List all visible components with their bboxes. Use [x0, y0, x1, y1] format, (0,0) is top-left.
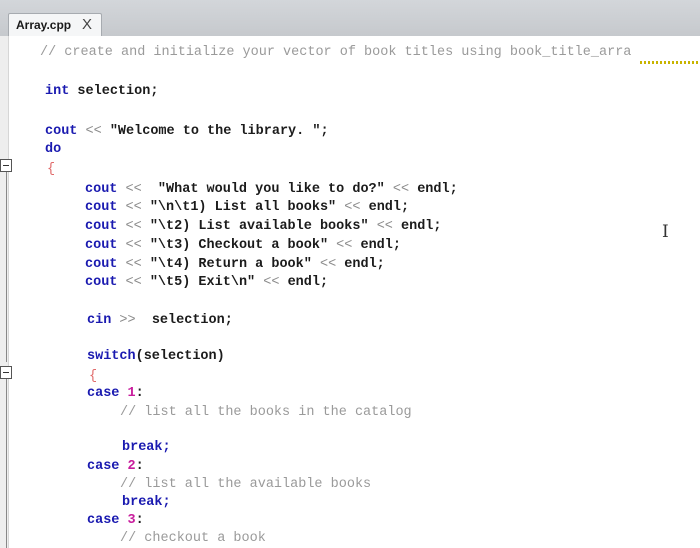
- case-line: case 3:: [87, 513, 144, 529]
- case-number: 1: [127, 386, 136, 401]
- menu-line: cout << "\t3) Checkout a book" << endl;: [85, 238, 401, 254]
- case-colon: :: [135, 513, 144, 528]
- text-cursor-icon: I: [662, 222, 669, 242]
- endl-token: endl;: [401, 219, 442, 234]
- case-number: 3: [127, 513, 136, 528]
- case-line: case 1:: [87, 386, 144, 402]
- menu-string: "\t4) Return a book": [149, 257, 312, 272]
- cout-keyword: cout: [45, 124, 78, 139]
- insertion-operator: <<: [125, 200, 142, 215]
- menu-line: cout << "\t2) List available books" << e…: [85, 219, 442, 235]
- endl-token: endl;: [287, 275, 329, 290]
- insertion-operator: <<: [125, 257, 142, 272]
- break-statement: break;: [122, 440, 171, 455]
- spell-underline: [640, 61, 700, 64]
- case-colon: :: [135, 459, 144, 474]
- welcome-line: cout << "Welcome to the library. ";: [45, 124, 329, 140]
- switch-open-brace: {: [89, 369, 98, 384]
- endl-token: endl;: [368, 200, 410, 215]
- cout-keyword: cout: [85, 200, 118, 215]
- insertion-operator: <<: [392, 182, 410, 197]
- menu-string: "What would you like to do?": [141, 182, 385, 197]
- welcome-string: "Welcome to the library. ";: [109, 124, 329, 139]
- declaration-line: int selection;: [45, 84, 158, 100]
- type-keyword: int: [45, 84, 70, 99]
- insertion-operator: <<: [125, 182, 142, 197]
- menu-string: "\n\t1) List all books": [149, 200, 337, 215]
- code-editor[interactable]: // create and initialize your vector of …: [0, 0, 700, 548]
- menu-line: cout << "\n\t1) List all books" << endl;: [85, 200, 409, 216]
- case-keyword: case: [87, 513, 120, 528]
- switch-line: switch(selection): [87, 349, 225, 365]
- endl-token: endl;: [344, 257, 385, 272]
- case-number: 2: [127, 459, 136, 474]
- insertion-operator: <<: [125, 219, 142, 234]
- switch-expression: (selection): [135, 349, 225, 364]
- comment-line: // create and initialize your vector of …: [40, 45, 632, 60]
- extraction-operator: >>: [119, 313, 136, 328]
- menu-string: "\t3) Checkout a book": [149, 238, 329, 253]
- cin-keyword: cin: [87, 313, 112, 328]
- break-statement: break;: [122, 495, 171, 510]
- insertion-operator: <<: [85, 124, 102, 139]
- menu-line: cout << "\t4) Return a book" << endl;: [85, 257, 385, 273]
- menu-string: "\t5) Exit\n": [149, 275, 256, 290]
- case-keyword: case: [87, 459, 120, 474]
- insertion-operator: <<: [336, 238, 353, 253]
- menu-line: cout << "What would you like to do?" << …: [85, 182, 458, 198]
- menu-line: cout << "\t5) Exit\n" << endl;: [85, 275, 328, 291]
- menu-string: "\t2) List available books": [149, 219, 369, 234]
- insertion-operator: <<: [125, 275, 142, 290]
- insertion-operator: <<: [376, 219, 393, 234]
- case-line: case 2:: [87, 459, 144, 475]
- open-brace: {: [47, 162, 56, 177]
- cout-keyword: cout: [85, 275, 118, 290]
- case-comment: // checkout a book: [120, 531, 266, 546]
- insertion-operator: <<: [125, 238, 142, 253]
- cout-keyword: cout: [85, 219, 118, 234]
- insertion-operator: <<: [319, 257, 337, 272]
- cout-keyword: cout: [85, 257, 118, 272]
- cin-line: cin >> selection;: [87, 313, 233, 329]
- cout-keyword: cout: [85, 238, 118, 253]
- do-keyword: do: [45, 142, 62, 157]
- case-keyword: case: [87, 386, 120, 401]
- endl-token: endl;: [417, 182, 458, 197]
- case-comment: // list all the available books: [120, 477, 372, 492]
- case-colon: :: [135, 386, 144, 401]
- declared-variable: selection;: [69, 84, 159, 99]
- cout-keyword: cout: [85, 182, 118, 197]
- endl-token: endl;: [360, 238, 401, 253]
- case-comment: // list all the books in the catalog: [120, 405, 412, 420]
- insertion-operator: <<: [344, 200, 361, 215]
- switch-keyword: switch: [87, 349, 136, 364]
- insertion-operator: <<: [263, 275, 280, 290]
- cin-variable: selection;: [151, 313, 233, 328]
